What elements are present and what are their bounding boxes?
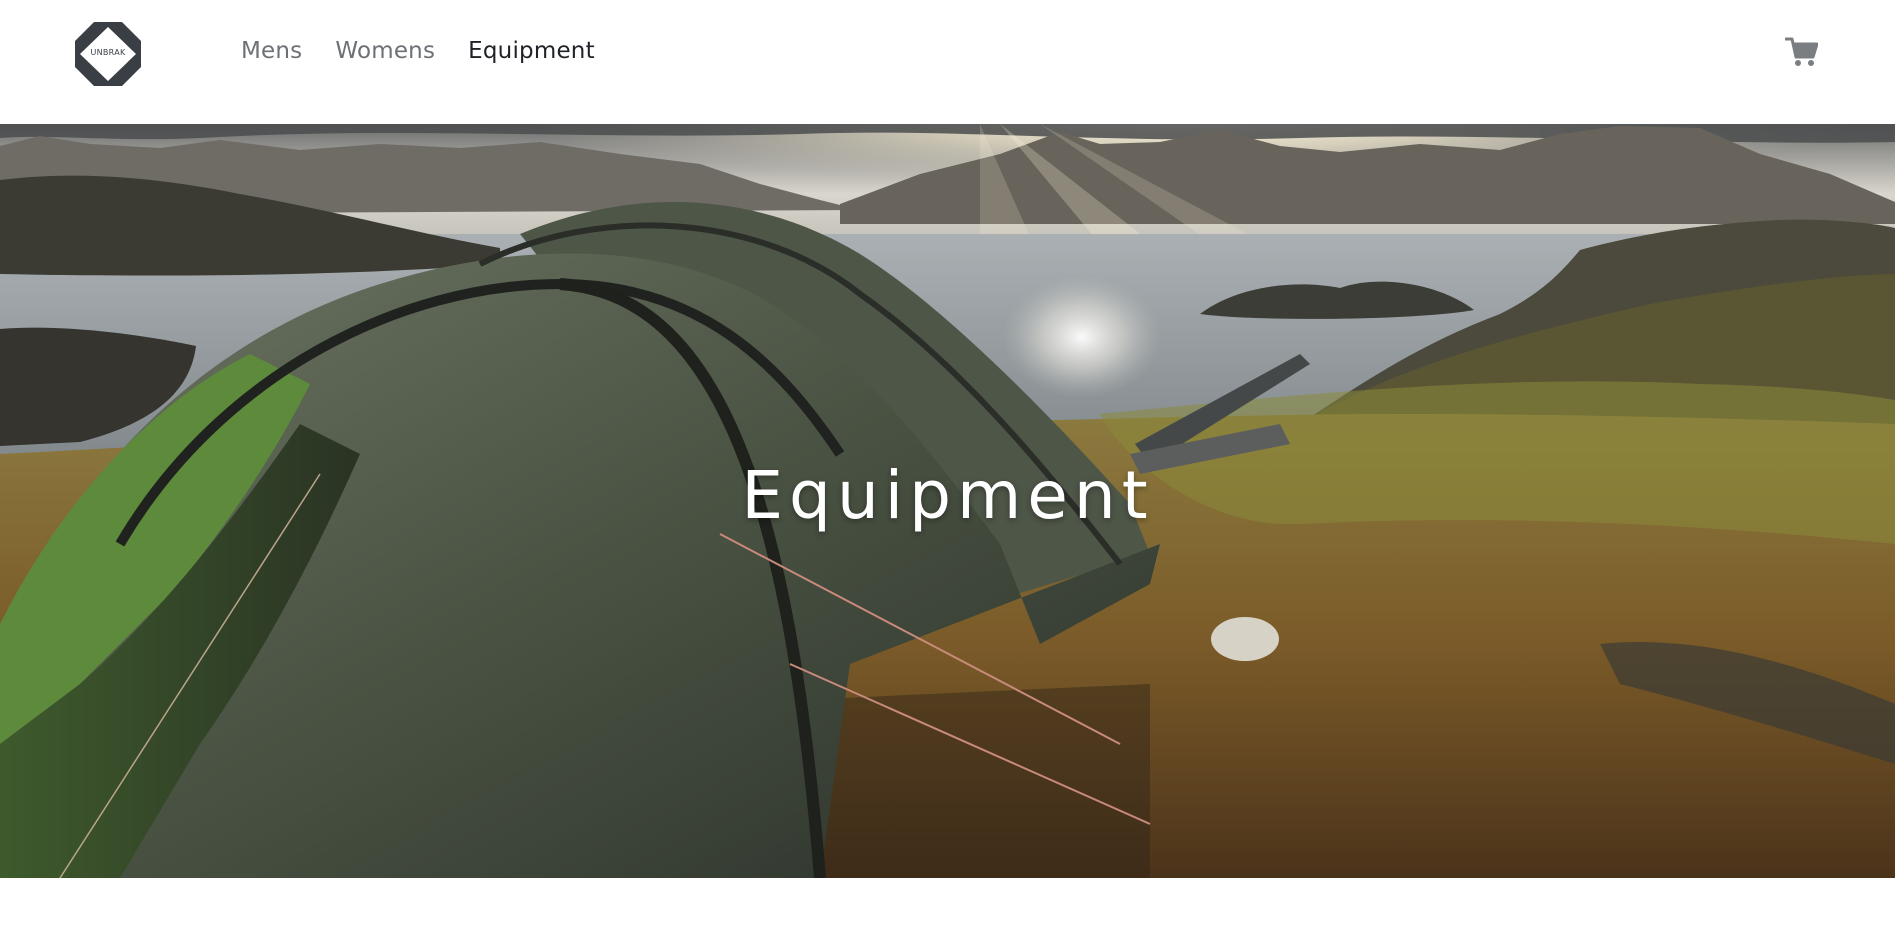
logo-text: UNBRAK — [90, 48, 126, 57]
main-nav: Mens Womens Equipment — [241, 38, 595, 64]
site-header: UNBRAK Mens Womens Equipment — [0, 0, 1895, 124]
nav-link-womens[interactable]: Womens — [335, 38, 435, 64]
cart-icon — [1785, 37, 1818, 66]
page-content-start — [0, 878, 1895, 932]
cart-button[interactable] — [1785, 36, 1818, 68]
nav-link-equipment[interactable]: Equipment — [468, 38, 595, 64]
logo-link[interactable]: UNBRAK — [75, 22, 141, 86]
hero-title: Equipment — [741, 457, 1154, 534]
nav-link-mens[interactable]: Mens — [241, 38, 302, 64]
hero-banner: Equipment — [0, 124, 1895, 878]
